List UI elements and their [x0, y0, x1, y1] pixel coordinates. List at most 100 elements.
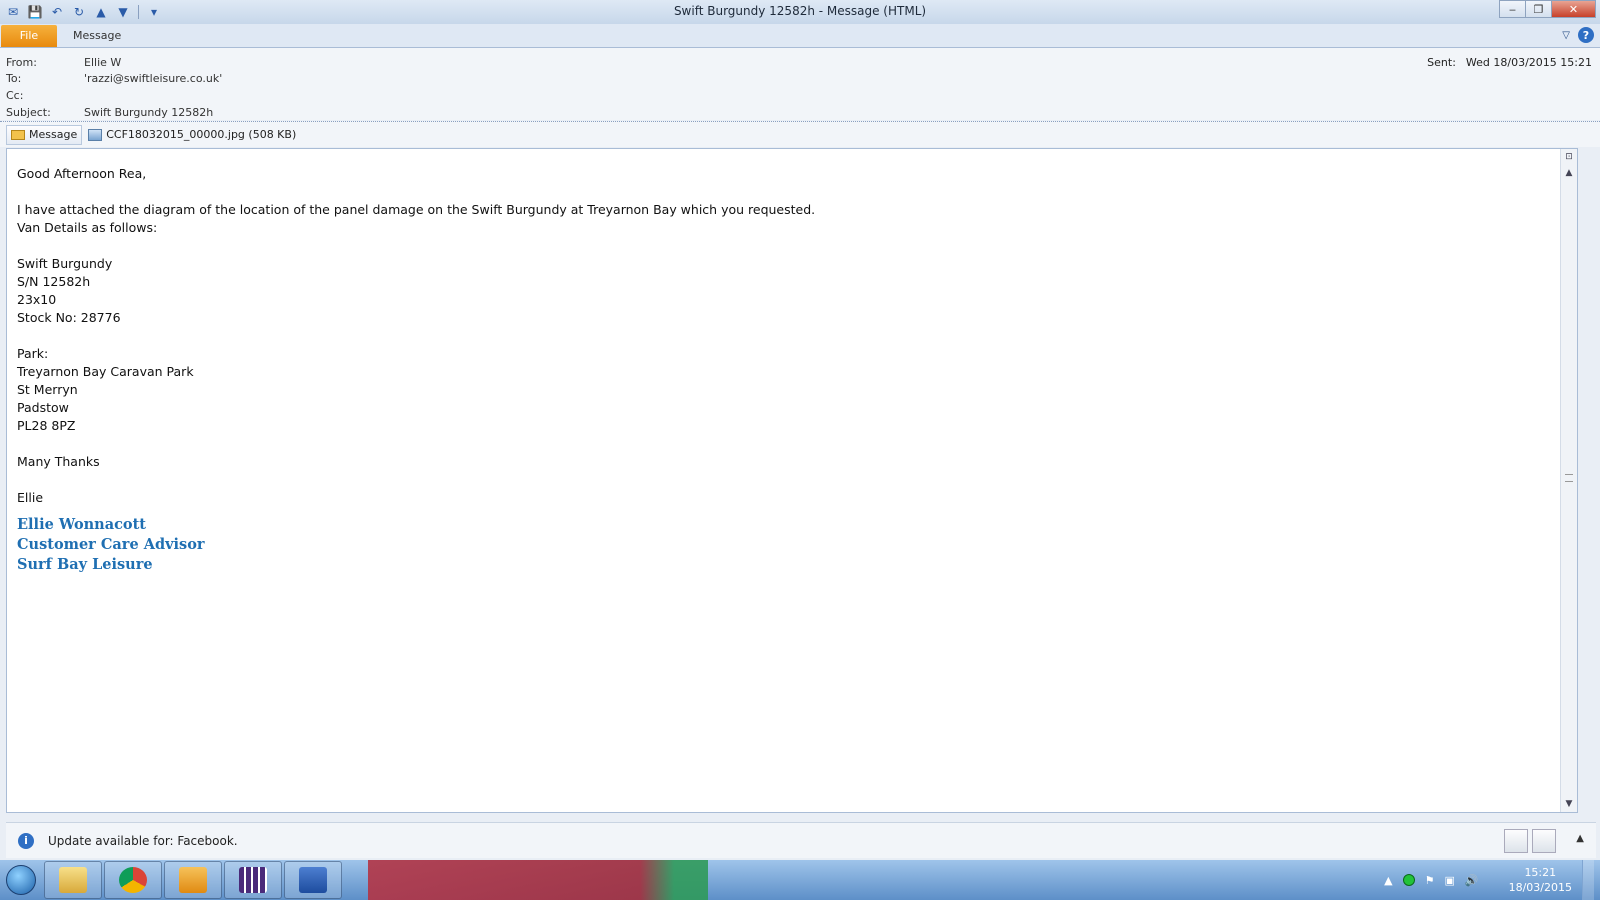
- message-content: Good Afternoon Rea, I have attached the …: [17, 165, 815, 575]
- message-view-label: Message: [29, 128, 78, 141]
- windows-logo-icon: [6, 865, 36, 895]
- park-postcode: PL28 8PZ: [17, 418, 76, 433]
- undo-icon[interactable]: ↶: [48, 3, 66, 21]
- next-item-icon[interactable]: ▼: [114, 3, 132, 21]
- image-file-icon: [88, 128, 103, 141]
- update-notice[interactable]: Update available for: Facebook.: [48, 834, 238, 848]
- park-town: St Merryn: [17, 382, 78, 397]
- to-value[interactable]: 'razzi@swiftleisure.co.uk': [84, 72, 222, 85]
- van-size: 23x10: [17, 292, 57, 307]
- clock-date: 18/03/2015: [1508, 881, 1572, 894]
- avatar[interactable]: [1532, 829, 1556, 853]
- clock[interactable]: 15:21 18/03/2015: [1509, 865, 1572, 895]
- window-controls: ‒ ❐ ✕: [1499, 0, 1596, 18]
- word-icon: [299, 867, 327, 893]
- envelope-icon: [11, 129, 25, 140]
- avatar[interactable]: [1504, 829, 1528, 853]
- show-hidden-icons-icon[interactable]: ▲: [1384, 874, 1392, 887]
- message-view-button[interactable]: Message: [6, 124, 83, 145]
- title-bar: ✉ 💾 ↶ ↻ ▲ ▼ ▾ Swift Burgundy 12582h - Me…: [0, 0, 1600, 24]
- action-center-flag-icon[interactable]: ⚑: [1425, 874, 1435, 887]
- cc-row: Cc:: [6, 89, 84, 102]
- signature-company: Surf Bay Leisure: [17, 556, 153, 573]
- collapse-ribbon-icon[interactable]: ▽: [1562, 30, 1570, 41]
- network-icon[interactable]: ▣: [1444, 874, 1454, 887]
- taskbar-file-explorer[interactable]: [44, 861, 102, 899]
- start-button[interactable]: [0, 860, 42, 900]
- sent-value: Wed 18/03/2015 15:21: [1465, 56, 1592, 69]
- scroll-grip[interactable]: [1565, 474, 1573, 482]
- subject-row: Subject: Swift Burgundy 12582h: [6, 106, 213, 119]
- scroll-up-icon[interactable]: ▲: [1561, 165, 1577, 181]
- expand-people-pane-icon[interactable]: ▲: [1576, 833, 1584, 844]
- taskbar-outlook[interactable]: [164, 861, 222, 899]
- message-header: From: Ellie W To: 'razzi@swiftleisure.co…: [0, 48, 1600, 120]
- clock-time: 15:21: [1524, 866, 1557, 879]
- people-pane-avatars: [1504, 829, 1556, 853]
- system-tray: ▲ ⚑ ▣ 🔊 15:21 18/03/2015: [1384, 860, 1600, 900]
- message-body[interactable]: Good Afternoon Rea, I have attached the …: [6, 148, 1578, 813]
- van-serial: S/N 12582h: [17, 274, 91, 289]
- ribbon-tabs: File Message ▽ ?: [0, 24, 1600, 48]
- cc-label: Cc:: [6, 89, 24, 102]
- park-label: Park:: [17, 346, 49, 361]
- volume-icon[interactable]: 🔊: [1465, 874, 1479, 887]
- people-pane-infobar: i Update available for: Facebook. ▲: [6, 822, 1596, 858]
- previous-item-icon[interactable]: ▲: [92, 3, 110, 21]
- body-line-2: Van Details as follows:: [17, 220, 158, 235]
- from-value[interactable]: Ellie W: [84, 56, 121, 69]
- thanks: Many Thanks: [17, 454, 100, 469]
- taskbar-chrome[interactable]: [104, 861, 162, 899]
- minimize-button[interactable]: ‒: [1499, 0, 1526, 18]
- vertical-scrollbar[interactable]: ⊡ ▲ ▼: [1560, 149, 1577, 812]
- signature-title: Customer Care Advisor: [17, 536, 205, 553]
- close-button[interactable]: ✕: [1551, 0, 1596, 18]
- from-row: From: Ellie W: [6, 56, 121, 69]
- show-desktop-button[interactable]: [1582, 860, 1594, 900]
- folder-icon: [59, 867, 87, 893]
- calendar-icon: [239, 867, 267, 893]
- info-icon: i: [18, 832, 34, 849]
- zoom-icon[interactable]: ⊡: [1561, 149, 1577, 165]
- status-indicator-icon[interactable]: [1402, 874, 1415, 886]
- quick-access-toolbar: ✉ 💾 ↶ ↻ ▲ ▼ ▾: [0, 3, 163, 21]
- customize-qat-icon[interactable]: ▾: [145, 3, 163, 21]
- subject-label: Subject:: [6, 106, 51, 119]
- van-name: Swift Burgundy: [17, 256, 113, 271]
- scroll-down-icon[interactable]: ▼: [1561, 796, 1577, 812]
- tab-message[interactable]: Message: [73, 25, 121, 46]
- sent-label: Sent:: [1427, 56, 1456, 69]
- email-signature: Ellie Wonnacott Customer Care Advisor Su…: [17, 515, 815, 575]
- chrome-icon: [119, 867, 147, 893]
- ribbon-right-controls: ▽ ?: [1562, 27, 1594, 43]
- subject-value: Swift Burgundy 12582h: [84, 106, 214, 119]
- greeting: Good Afternoon Rea,: [17, 166, 147, 181]
- attachment-file-name: CCF18032015_00000.jpg (508 KB): [106, 128, 297, 141]
- window-title: Swift Burgundy 12582h - Message (HTML): [673, 4, 927, 18]
- restore-button[interactable]: ❐: [1525, 0, 1552, 18]
- outlook-envelope-icon[interactable]: ✉: [4, 3, 22, 21]
- redo-icon[interactable]: ↻: [70, 3, 88, 21]
- from-label: From:: [6, 56, 37, 69]
- save-icon[interactable]: 💾: [26, 3, 44, 21]
- outlook-icon: [179, 867, 207, 893]
- van-stock: Stock No: 28776: [17, 310, 121, 325]
- taskbar-calendar-app[interactable]: [224, 861, 282, 899]
- tab-file[interactable]: File: [1, 24, 57, 47]
- sent-info: Sent: Wed 18/03/2015 15:21: [1427, 56, 1592, 69]
- to-label: To:: [6, 72, 22, 85]
- signoff: Ellie: [17, 490, 44, 505]
- attachment-file[interactable]: CCF18032015_00000.jpg (508 KB): [88, 128, 296, 141]
- windows-taskbar: ▲ ⚑ ▣ 🔊 15:21 18/03/2015: [0, 860, 1600, 900]
- attachment-bar: Message CCF18032015_00000.jpg (508 KB): [0, 121, 1600, 147]
- taskbar-word[interactable]: [284, 861, 342, 899]
- to-row: To: 'razzi@swiftleisure.co.uk': [6, 72, 222, 85]
- park-name: Treyarnon Bay Caravan Park: [17, 364, 194, 379]
- taskbar-window-thumbnail[interactable]: [368, 860, 708, 900]
- help-icon[interactable]: ?: [1578, 27, 1594, 43]
